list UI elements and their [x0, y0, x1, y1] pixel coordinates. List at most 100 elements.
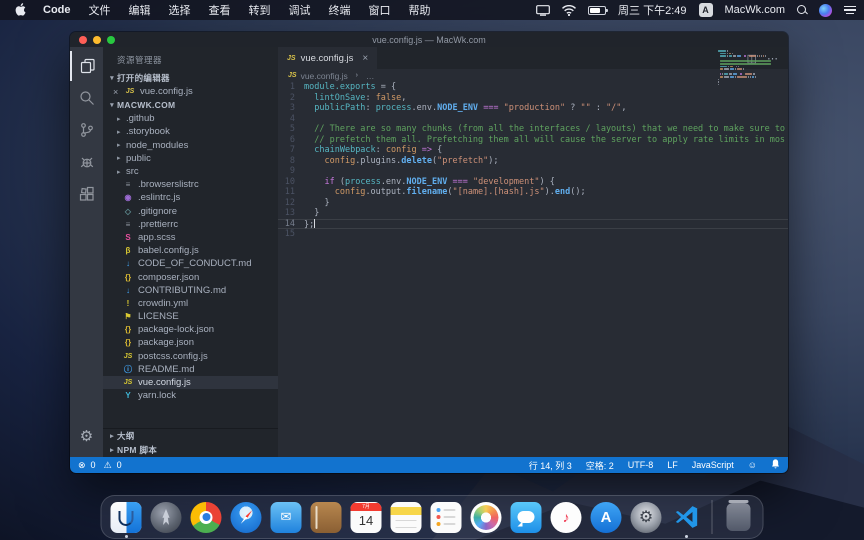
dock-item-chrome[interactable]: [190, 501, 223, 534]
code-editor[interactable]: 1module.exports = {2 lintOnSave: false,3…: [278, 82, 788, 457]
dock-item-launchpad[interactable]: [150, 501, 183, 534]
close-editor-icon[interactable]: ×: [113, 87, 122, 97]
extensions-icon[interactable]: [70, 179, 103, 209]
file-item-babel.config.js[interactable]: βbabel.config.js: [103, 244, 278, 257]
code-line-9[interactable]: 9: [278, 166, 788, 177]
menu-item[interactable]: 文件: [80, 5, 120, 17]
open-editors-section[interactable]: ▾ 打开的编辑器: [103, 71, 278, 85]
notification-center-icon[interactable]: [844, 6, 856, 15]
menu-item[interactable]: 帮助: [400, 5, 440, 17]
breadcrumb-more[interactable]: …: [366, 71, 375, 81]
code-line-1[interactable]: 1module.exports = {: [278, 82, 788, 93]
dock-item-reminders[interactable]: [430, 501, 463, 534]
open-editor-item[interactable]: ×JSvue.config.js: [103, 85, 278, 98]
status-cursor-position[interactable]: 行 14, 列 3: [529, 459, 572, 472]
file-item-package-lock.json[interactable]: {}package-lock.json: [103, 323, 278, 336]
code-line-13[interactable]: 13 }: [278, 208, 788, 219]
close-window-button[interactable]: [79, 36, 87, 44]
file-item-CONTRIBUTING.md[interactable]: ↓CONTRIBUTING.md: [103, 284, 278, 297]
menu-item[interactable]: 调试: [280, 5, 320, 17]
status-indentation[interactable]: 空格: 2: [586, 459, 614, 472]
code-line-8[interactable]: 8 config.plugins.delete("prefetch");: [278, 156, 788, 167]
tab-vue-config-js[interactable]: JS vue.config.js ×: [278, 47, 377, 69]
window-titlebar[interactable]: vue.config.js — MacWk.com: [70, 32, 788, 47]
sidebar-section-NPM 脚本[interactable]: ▸NPM 脚本: [103, 443, 278, 457]
menu-brand-text[interactable]: MacWk.com: [725, 4, 786, 16]
code-line-4[interactable]: 4: [278, 114, 788, 125]
folder-item-src[interactable]: ▸src: [103, 165, 278, 178]
folder-item-github[interactable]: ▸.github: [103, 112, 278, 125]
minimap[interactable]: [718, 50, 772, 89]
file-item-CODE_OF_CONDUCT.md[interactable]: ↓CODE_OF_CONDUCT.md: [103, 257, 278, 270]
dock-item-notes[interactable]: [390, 501, 423, 534]
file-item-vue.config.js[interactable]: JSvue.config.js: [103, 376, 278, 389]
menu-item[interactable]: 编辑: [120, 5, 160, 17]
dock-item-music[interactable]: ♪: [550, 501, 583, 534]
sidebar-section-大纲[interactable]: ▸大纲: [103, 429, 278, 443]
notifications-bell-icon[interactable]: [771, 459, 780, 471]
folder-item-node_modules[interactable]: ▸node_modules: [103, 139, 278, 152]
dock-item-contacts[interactable]: [310, 501, 343, 534]
file-item-package.json[interactable]: {}package.json: [103, 336, 278, 349]
spotlight-search-icon[interactable]: [797, 5, 807, 15]
file-item-app.scss[interactable]: Sapp.scss: [103, 231, 278, 244]
breadcrumb[interactable]: JS vue.config.js › …: [278, 69, 788, 82]
menu-item[interactable]: 转到: [240, 5, 280, 17]
search-icon[interactable]: [70, 83, 103, 113]
status-eol[interactable]: LF: [667, 460, 678, 470]
file-item-.prettierrc[interactable]: ≡.prettierrc: [103, 218, 278, 231]
file-item-crowdin.yml[interactable]: !crowdin.yml: [103, 297, 278, 310]
status-language-mode[interactable]: JavaScript: [692, 460, 734, 470]
code-line-11[interactable]: 11 config.output.filename("[name].[hash]…: [278, 187, 788, 198]
dock-item-messages[interactable]: [510, 501, 543, 534]
menu-item[interactable]: 查看: [200, 5, 240, 17]
menu-item[interactable]: 选择: [160, 5, 200, 17]
dock-item-finder[interactable]: [110, 501, 143, 534]
explorer-icon[interactable]: [70, 51, 103, 81]
manage-gear-icon[interactable]: ⚙: [70, 421, 103, 451]
file-item-LICENSE[interactable]: ⚑LICENSE: [103, 310, 278, 323]
code-line-3[interactable]: 3 publicPath: process.env.NODE_ENV === "…: [278, 103, 788, 114]
dock-item-mail[interactable]: ✉: [270, 501, 303, 534]
display-icon[interactable]: [536, 5, 550, 16]
code-line-15[interactable]: 15: [278, 229, 788, 240]
menu-app-name[interactable]: Code: [34, 4, 80, 16]
file-item-composer.json[interactable]: {}composer.json: [103, 270, 278, 283]
menu-clock[interactable]: 周三 下午2:49: [618, 2, 686, 18]
dock-item-trash[interactable]: [722, 501, 755, 534]
dock-item-app-store[interactable]: [590, 501, 623, 534]
folder-item-storybook[interactable]: ▸.storybook: [103, 125, 278, 138]
dock-item-photos[interactable]: [470, 501, 503, 534]
menu-item[interactable]: 终端: [320, 5, 360, 17]
file-item-.eslintrc.js[interactable]: ◉.eslintrc.js: [103, 191, 278, 204]
problems-indicator[interactable]: ⊗ 0 ⚠ 0: [78, 460, 122, 471]
project-root-section[interactable]: ▾ MACWK.COM: [103, 98, 278, 112]
file-item-.gitignore[interactable]: ◇.gitignore: [103, 205, 278, 218]
file-item-yarn.lock[interactable]: Yyarn.lock: [103, 389, 278, 402]
breadcrumb-file[interactable]: vue.config.js: [301, 71, 348, 81]
code-line-2[interactable]: 2 lintOnSave: false,: [278, 93, 788, 104]
wifi-icon[interactable]: [562, 5, 576, 16]
file-item-postcss.config.js[interactable]: JSpostcss.config.js: [103, 350, 278, 363]
dock-item-vscode[interactable]: [670, 501, 703, 534]
siri-icon[interactable]: [819, 4, 832, 17]
source-control-icon[interactable]: [70, 115, 103, 145]
apple-menu[interactable]: [12, 3, 28, 17]
minimize-window-button[interactable]: [93, 36, 101, 44]
code-line-12[interactable]: 12 }: [278, 198, 788, 209]
status-encoding[interactable]: UTF-8: [628, 460, 654, 470]
folder-item-public[interactable]: ▸public: [103, 152, 278, 165]
debug-icon[interactable]: [70, 147, 103, 177]
input-method-badge[interactable]: A: [699, 3, 713, 17]
dock-item-safari[interactable]: [230, 501, 263, 534]
feedback-smiley-icon[interactable]: ☺: [748, 460, 757, 470]
battery-icon[interactable]: [588, 6, 606, 15]
code-line-14[interactable]: 14};: [278, 219, 788, 230]
dock-item-calendar[interactable]: 7月14: [350, 501, 383, 534]
code-line-10[interactable]: 10 if (process.env.NODE_ENV === "develop…: [278, 177, 788, 188]
dock-item-system-preferences[interactable]: ⚙: [630, 501, 663, 534]
code-line-6[interactable]: 6 // prefetch them all. Prefetching them…: [278, 135, 788, 146]
zoom-window-button[interactable]: [107, 36, 115, 44]
code-line-5[interactable]: 5 // There are so many chunks (from all …: [278, 124, 788, 135]
file-item-README.md[interactable]: ⓘREADME.md: [103, 363, 278, 376]
